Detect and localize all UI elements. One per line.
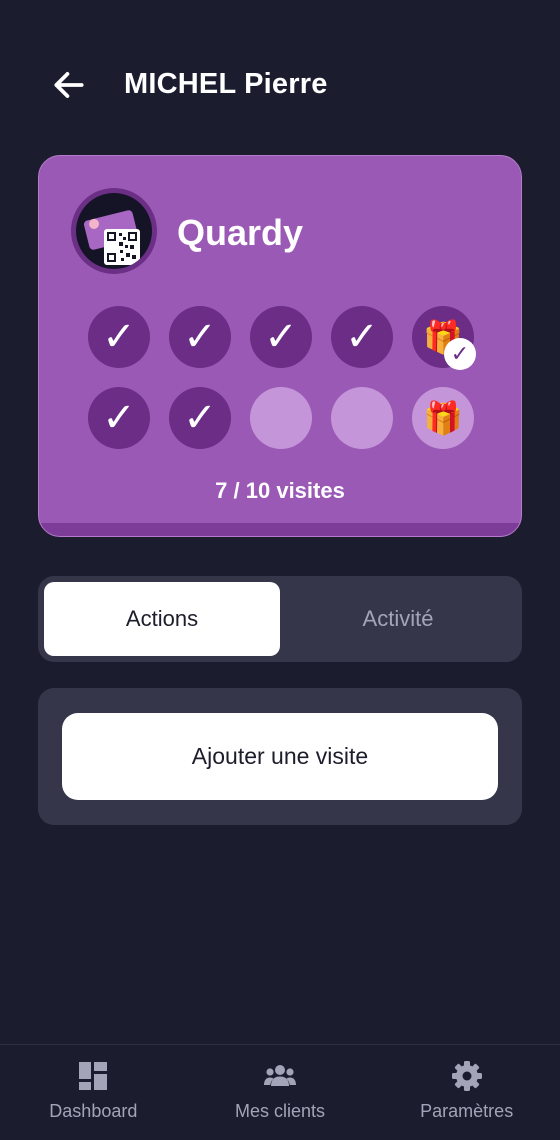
- segmented-tabs: Actions Activité: [38, 576, 522, 662]
- nav-label-clients: Mes clients: [234, 1101, 326, 1121]
- bottom-navigation: Dashboard Mes clients Paramètres: [0, 1044, 560, 1140]
- brand-name: Quardy: [177, 212, 304, 253]
- tab-actions[interactable]: Actions: [44, 582, 280, 656]
- arrow-left-icon: [54, 72, 84, 98]
- stamp-1: ✓: [88, 306, 150, 368]
- stamp-grid: ✓ ✓ ✓ ✓ 🎁 ✓ ✓ ✓ 🎁: [88, 306, 476, 468]
- header: MICHEL Pierre: [0, 56, 560, 116]
- gear-icon: [451, 1061, 482, 1091]
- stamp-8: [250, 387, 312, 449]
- loyalty-card: Quardy ✓ ✓ ✓ ✓ 🎁 ✓ ✓ ✓ 🎁 7 / 10 visites: [38, 155, 522, 537]
- stamp-9: [331, 387, 393, 449]
- users-icon: [264, 1065, 296, 1086]
- back-button[interactable]: [50, 66, 88, 104]
- reward-stamp-2: 🎁: [412, 387, 474, 449]
- page-title: MICHEL Pierre: [124, 68, 328, 100]
- loyalty-card-qr-icon: [83, 210, 140, 265]
- card-bottom-strip: [39, 523, 521, 536]
- stamp-3: ✓: [250, 306, 312, 368]
- reward-stamp-1: 🎁 ✓: [412, 306, 476, 370]
- nav-label-settings: Paramètres: [420, 1101, 514, 1121]
- check-badge-icon: ✓: [444, 338, 476, 370]
- gift-icon: 🎁: [423, 400, 463, 436]
- nav-item-clients[interactable]: Mes clients: [187, 1045, 374, 1140]
- stamp-row-2: ✓ ✓ 🎁: [88, 387, 476, 449]
- tab-activity[interactable]: Activité: [280, 582, 516, 656]
- customer-loyalty-screen: MICHEL Pierre Quardy ✓ ✓ ✓ ✓ 🎁 ✓ ✓ ✓ 🎁 7…: [0, 0, 560, 1140]
- nav-item-dashboard[interactable]: Dashboard: [0, 1045, 187, 1140]
- stamp-4: ✓: [331, 306, 393, 368]
- stamp-7: ✓: [169, 387, 231, 449]
- nav-label-dashboard: Dashboard: [49, 1101, 138, 1121]
- nav-item-settings[interactable]: Paramètres: [373, 1045, 560, 1140]
- visit-count: 7 / 10 visites: [215, 478, 345, 503]
- stamp-row-1: ✓ ✓ ✓ ✓ 🎁 ✓: [88, 306, 476, 370]
- stamp-2: ✓: [169, 306, 231, 368]
- brand-logo: [71, 188, 157, 274]
- dashboard-icon: [79, 1062, 108, 1090]
- stamp-6: ✓: [88, 387, 150, 449]
- actions-panel: Ajouter une visite: [38, 688, 522, 825]
- add-visit-button[interactable]: Ajouter une visite: [62, 713, 498, 800]
